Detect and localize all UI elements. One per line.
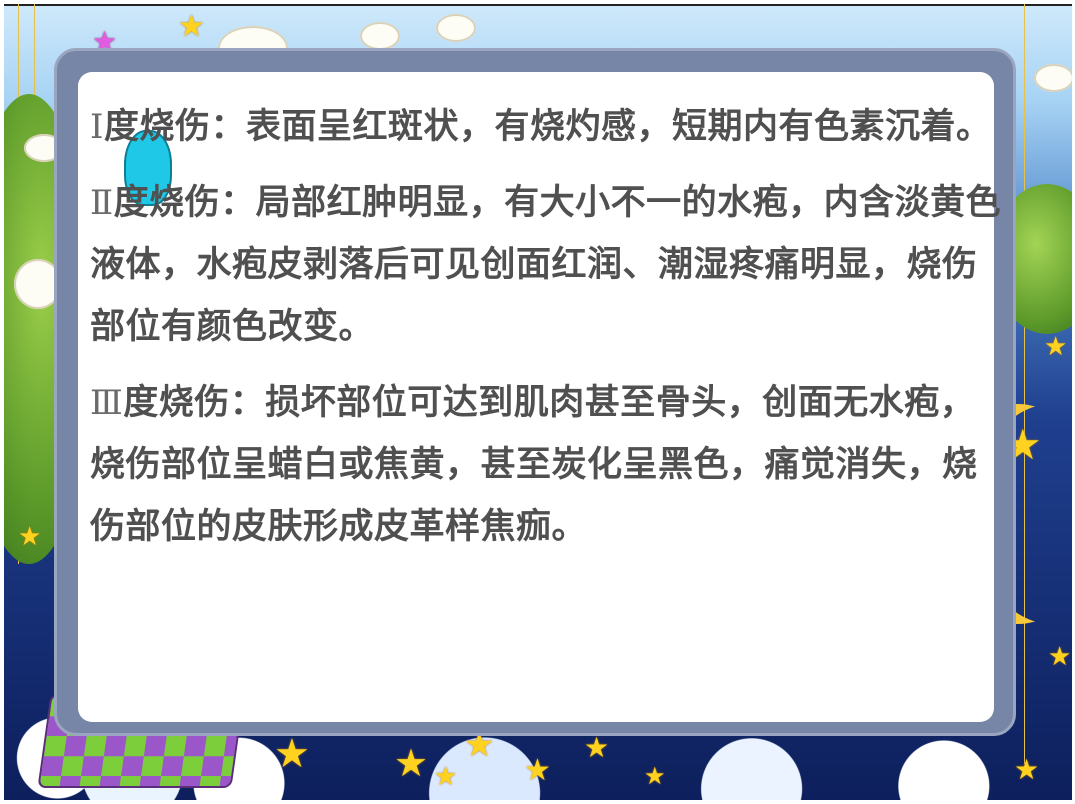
paragraph-text: 度烧伤：损坏部位可达到肌肉甚至骨头，创面无水疱，烧伤部位呈蜡白或焦黄，甚至炭化呈… <box>90 383 978 547</box>
hanging-string <box>1024 4 1025 764</box>
third-degree-paragraph: Ⅲ度烧伤：损坏部位可达到肌肉甚至骨头，创面无水疱，烧伤部位呈蜡白或焦黄，甚至炭化… <box>90 372 1010 558</box>
star-icon: ★ <box>644 762 666 790</box>
first-degree-paragraph: Ⅰ度烧伤：表面呈红斑状，有烧灼感，短期内有色素沉着。 <box>90 96 1010 158</box>
star-icon: ★ <box>394 741 429 785</box>
roman-numeral: Ⅰ <box>90 107 104 147</box>
roman-numeral: Ⅲ <box>90 383 124 423</box>
star-icon: ★ <box>18 522 42 552</box>
sheep-icon <box>436 14 476 42</box>
star-icon: ★ <box>524 753 551 788</box>
star-icon: ★ <box>1044 332 1068 362</box>
star-icon: ★ <box>274 731 310 777</box>
star-icon: ★ <box>178 9 205 44</box>
roman-numeral: Ⅱ <box>90 183 114 223</box>
sheep-icon <box>1034 64 1072 92</box>
star-icon: ★ <box>434 762 458 792</box>
paragraph-text: 度烧伤：局部红肿明显，有大小不一的水疱，内含淡黄色液体，水疱皮剥落后可见创面红润… <box>90 183 1002 347</box>
top-border <box>4 4 1072 6</box>
burn-degree-text: Ⅰ度烧伤：表面呈红斑状，有烧灼感，短期内有色素沉着。 Ⅱ度烧伤：局部红肿明显，有… <box>90 96 1010 572</box>
second-degree-paragraph: Ⅱ度烧伤：局部红肿明显，有大小不一的水疱，内含淡黄色液体，水疱皮剥落后可见创面红… <box>90 172 1010 358</box>
paragraph-text: 度烧伤：表面呈红斑状，有烧灼感，短期内有色素沉着。 <box>103 107 992 147</box>
star-icon: ★ <box>584 731 610 764</box>
sheep-icon <box>360 22 400 50</box>
